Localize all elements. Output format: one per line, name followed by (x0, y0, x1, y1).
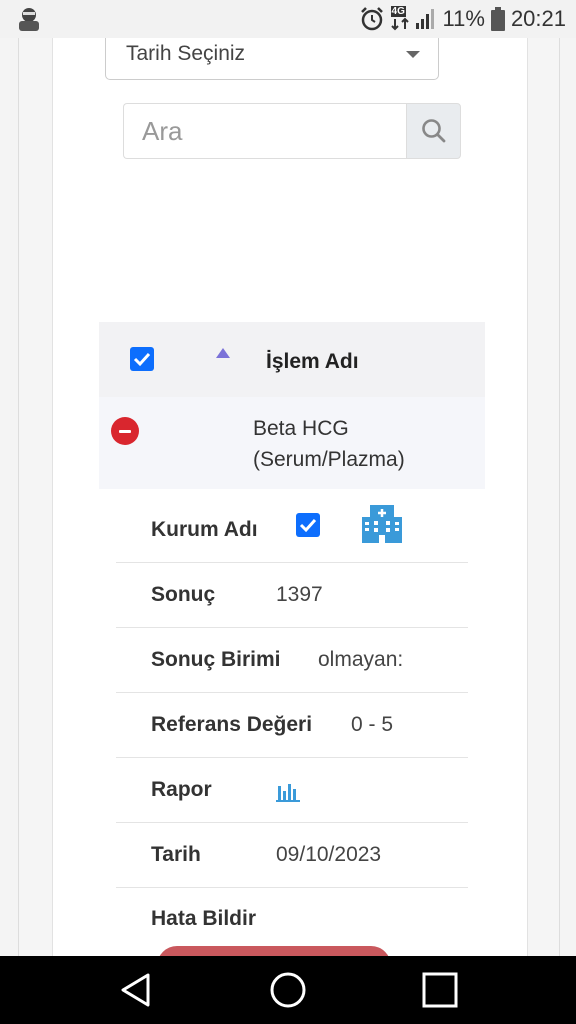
detail-label: Sonuç (151, 583, 216, 606)
detail-row-sonuc-birimi: Sonuç Birimi olmayan: (116, 628, 468, 693)
detail-label: Rapor (151, 778, 212, 801)
navigation-bar (0, 956, 576, 1024)
detail-label: Kurum Adı (151, 518, 258, 541)
search-input[interactable] (123, 103, 406, 159)
home-icon[interactable] (269, 971, 307, 1009)
chevron-down-icon (406, 51, 420, 58)
detail-row-kurum-adi: Kurum Adı (116, 498, 468, 563)
detail-row-hata-bildir: Hata Bildir (116, 888, 468, 948)
detail-value: 09/10/2023 (276, 843, 382, 866)
status-icons: 4G 11% 20:21 (359, 6, 566, 32)
procedure-name: Beta HCG (Serum/Plazma) (253, 413, 453, 475)
bar-chart-icon[interactable] (276, 780, 300, 802)
status-bar: 4G 11% 20:21 (0, 0, 576, 38)
alarm-icon (360, 7, 383, 31)
battery-percent: 11% (442, 6, 485, 31)
network-icon: 4G (390, 6, 409, 31)
detail-value: 1397 (276, 583, 323, 606)
detail-value: 0 - 5 (351, 713, 394, 736)
procedure-name-line2: (Serum/Plazma) (253, 448, 405, 471)
select-all-checkbox[interactable] (130, 347, 154, 371)
clock: 20:21 (510, 6, 566, 31)
app-notification-icon (19, 8, 39, 31)
detail-label: Referans Değeri (151, 713, 313, 736)
detail-label: Sonuç Birimi (151, 648, 281, 671)
back-icon[interactable] (118, 972, 154, 1008)
signal-icon (415, 9, 434, 29)
detail-label: Tarih (151, 843, 201, 866)
search-button[interactable] (406, 103, 461, 159)
detail-row-tarih: Tarih 09/10/2023 (116, 823, 468, 888)
network-label: 4G (390, 6, 406, 17)
detail-row-rapor: Rapor (116, 758, 468, 823)
hospital-icon[interactable] (360, 501, 404, 545)
date-select[interactable]: Tarih Seçiniz (105, 38, 439, 80)
battery-icon (490, 7, 505, 31)
date-select-value: Tarih Seçiniz (126, 42, 246, 65)
detail-row-referans-degeri: Referans Değeri 0 - 5 (116, 693, 468, 758)
checkmark-icon (299, 518, 317, 533)
sort-asc-icon[interactable] (216, 348, 230, 358)
detail-label: Hata Bildir (151, 907, 257, 930)
detail-row-sonuc: Sonuç 1397 (116, 563, 468, 628)
checkmark-icon (133, 352, 151, 367)
procedure-name-line1: Beta HCG (253, 417, 349, 440)
detail-value: olmayan: (318, 648, 404, 671)
recent-apps-icon[interactable] (422, 972, 458, 1008)
collapse-row-button[interactable] (111, 417, 139, 445)
kurum-checkbox[interactable] (296, 513, 320, 537)
search-icon (422, 119, 446, 143)
column-header-islem-adi[interactable]: İşlem Adı (266, 350, 359, 374)
